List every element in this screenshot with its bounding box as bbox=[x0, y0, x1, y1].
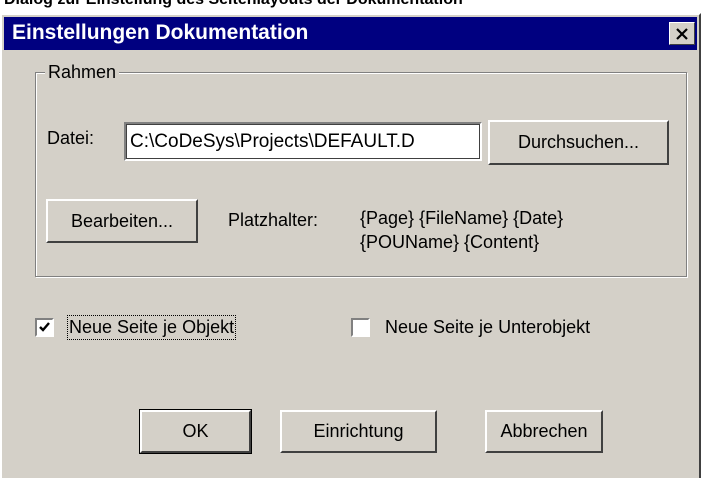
ok-button-label: OK bbox=[182, 421, 209, 441]
file-path-input[interactable]: C:\CoDeSys\Projects\DEFAULT.D bbox=[124, 122, 482, 161]
setup-button[interactable]: Einrichtung bbox=[280, 410, 437, 453]
ok-button[interactable]: OK bbox=[139, 409, 252, 454]
placeholder-label: Platzhalter: bbox=[228, 210, 319, 230]
placeholder-tokens-line1: {Page} {FileName} {Date} bbox=[360, 208, 564, 228]
page-caption: Dialog zur Einstellung des Seitenlayouts… bbox=[4, 0, 463, 9]
new-page-per-object-label[interactable]: Neue Seite je Objekt bbox=[66, 315, 237, 340]
checkmark-icon bbox=[39, 322, 50, 332]
setup-button-label: Einrichtung bbox=[313, 421, 404, 441]
cancel-button[interactable]: Abbrechen bbox=[485, 410, 603, 453]
close-icon bbox=[676, 27, 688, 40]
file-label: Datei: bbox=[47, 128, 95, 148]
frame-group-legend: Rahmen bbox=[45, 62, 120, 83]
edit-button[interactable]: Bearbeiten... bbox=[46, 199, 198, 243]
new-page-per-subobject-checkbox[interactable] bbox=[351, 318, 370, 337]
new-page-per-subobject-label[interactable]: Neue Seite je Unterobjekt bbox=[385, 317, 590, 338]
browse-button-label: Durchsuchen... bbox=[517, 132, 640, 152]
browse-button[interactable]: Durchsuchen... bbox=[488, 120, 669, 165]
placeholder-tokens-line2: {POUName} {Content} bbox=[360, 232, 540, 252]
edit-button-label: Bearbeiten... bbox=[70, 210, 174, 231]
title-bar: Einstellungen Dokumentation bbox=[4, 17, 697, 50]
dialog-title: Einstellungen Dokumentation bbox=[12, 21, 309, 44]
close-button[interactable] bbox=[669, 22, 695, 45]
cancel-button-label: Abbrechen bbox=[500, 421, 588, 441]
new-page-per-object-checkbox[interactable] bbox=[35, 318, 54, 337]
